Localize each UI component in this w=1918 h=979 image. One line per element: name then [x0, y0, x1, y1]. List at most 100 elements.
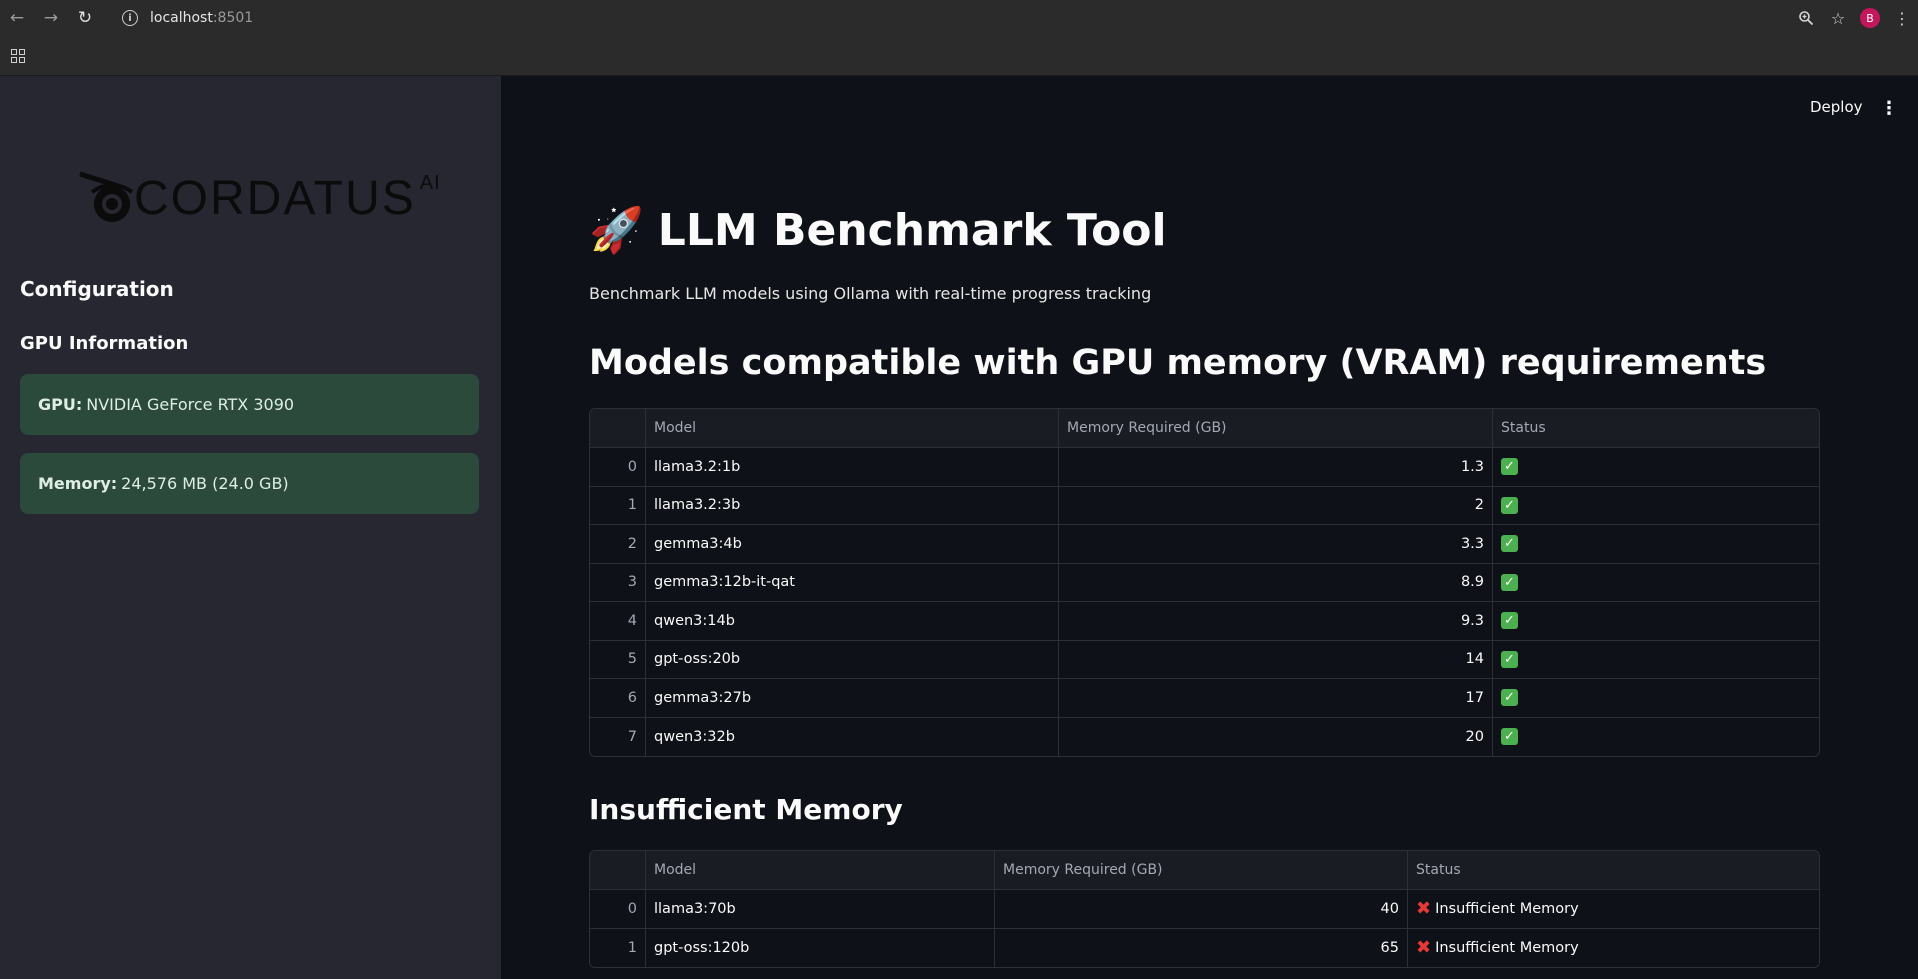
table-row[interactable]: 1 gpt-oss:120b 65 ✖ Insufficient Memory — [590, 928, 1819, 968]
profile-avatar[interactable]: B — [1860, 8, 1880, 28]
browser-menu-icon[interactable]: ⋮ — [1886, 9, 1918, 28]
main-menu-icon[interactable]: ⋮ — [1880, 98, 1898, 119]
model-cell[interactable]: llama3:70b — [646, 890, 995, 928]
apps-grid-icon[interactable] — [11, 49, 25, 63]
row-index: 1 — [590, 928, 646, 967]
bookmarks-bar — [0, 36, 1918, 76]
rocket-icon: 🚀 — [589, 205, 644, 256]
model-cell[interactable]: llama3.2:3b — [646, 486, 1059, 524]
table-row[interactable]: 2 gemma3:4b 3.3 ✓ — [590, 525, 1819, 564]
model-cell[interactable]: qwen3:32b — [646, 717, 1059, 756]
row-index: 0 — [590, 448, 646, 486]
status-cell[interactable]: ✓ — [1493, 679, 1819, 717]
status-cell[interactable]: ✓ — [1493, 525, 1819, 563]
table-row[interactable]: 7 qwen3:32b 20 ✓ — [590, 717, 1819, 757]
page-title: 🚀 LLM Benchmark Tool — [589, 204, 1167, 257]
model-column-header[interactable]: Model — [646, 851, 995, 889]
status-cell[interactable]: ✓ — [1493, 718, 1819, 757]
address-port: :8501 — [212, 10, 254, 26]
sidebar: CORDATUS AI Configuration GPU Informatio… — [0, 76, 501, 979]
memory-column-header[interactable]: Memory Required (GB) — [995, 851, 1408, 889]
index-header — [590, 409, 646, 447]
memory-cell[interactable]: 40 — [995, 890, 1408, 928]
cross-icon: ✖ — [1416, 937, 1432, 959]
address-bar[interactable]: i localhost:8501 — [122, 0, 253, 36]
memory-cell[interactable]: 8.9 — [1059, 563, 1493, 601]
model-cell[interactable]: gpt-oss:120b — [646, 928, 995, 967]
status-cell[interactable]: ✓ — [1493, 564, 1819, 602]
memory-column-header[interactable]: Memory Required (GB) — [1059, 409, 1493, 447]
status-cell[interactable]: ✓ — [1493, 602, 1819, 640]
model-cell[interactable]: gemma3:12b-it-qat — [646, 563, 1059, 601]
insufficient-heading: Insufficient Memory — [589, 793, 903, 826]
row-index: 2 — [590, 525, 646, 563]
gpu-label: GPU: — [38, 395, 83, 414]
forward-icon[interactable]: → — [34, 0, 68, 36]
status-cell[interactable]: ✓ — [1493, 487, 1819, 525]
site-info-icon[interactable]: i — [122, 10, 138, 26]
logo-eye-icon — [78, 170, 138, 226]
compatible-heading: Models compatible with GPU memory (VRAM)… — [589, 343, 1767, 383]
status-text: Insufficient Memory — [1435, 900, 1579, 917]
reload-icon[interactable]: ↻ — [68, 0, 102, 36]
row-index: 0 — [590, 890, 646, 928]
compatible-table[interactable]: Model Memory Required (GB) Status 0 llama… — [589, 408, 1820, 757]
row-index: 7 — [590, 717, 646, 756]
table-header-row: Model Memory Required (GB) Status — [590, 409, 1819, 448]
gpu-info-box: GPU: NVIDIA GeForce RTX 3090 — [20, 374, 479, 435]
row-index: 5 — [590, 640, 646, 678]
logo-ai-text: AI — [419, 172, 441, 194]
row-index: 1 — [590, 486, 646, 524]
configuration-heading: Configuration — [20, 277, 174, 301]
check-icon: ✓ — [1501, 612, 1518, 630]
model-cell[interactable]: gemma3:4b — [646, 525, 1059, 563]
table-row[interactable]: 1 llama3.2:3b 2 ✓ — [590, 486, 1819, 525]
model-cell[interactable]: gpt-oss:20b — [646, 640, 1059, 678]
check-icon: ✓ — [1501, 496, 1518, 514]
back-icon[interactable]: ← — [0, 0, 34, 36]
check-icon: ✓ — [1501, 458, 1518, 476]
status-cell[interactable]: ✖ Insufficient Memory — [1408, 890, 1819, 928]
logo-text: CORDATUS — [134, 171, 416, 225]
memory-cell[interactable]: 9.3 — [1059, 602, 1493, 640]
status-cell[interactable]: ✓ — [1493, 448, 1819, 486]
memory-cell[interactable]: 17 — [1059, 679, 1493, 717]
bookmark-star-icon[interactable]: ☆ — [1822, 9, 1854, 28]
row-index: 3 — [590, 563, 646, 601]
status-cell[interactable]: ✖ Insufficient Memory — [1408, 929, 1819, 968]
table-row[interactable]: 5 gpt-oss:20b 14 ✓ — [590, 640, 1819, 679]
row-index: 4 — [590, 602, 646, 640]
status-column-header[interactable]: Status — [1493, 409, 1819, 447]
check-icon: ✓ — [1501, 689, 1518, 707]
model-cell[interactable]: gemma3:27b — [646, 679, 1059, 717]
memory-cell[interactable]: 3.3 — [1059, 525, 1493, 563]
browser-toolbar: ← → ↻ i localhost:8501 ☆ B ⋮ — [0, 0, 1918, 36]
cordatus-logo: CORDATUS AI — [78, 170, 441, 226]
status-cell[interactable]: ✓ — [1493, 641, 1819, 679]
model-cell[interactable]: qwen3:14b — [646, 602, 1059, 640]
gpu-info-heading: GPU Information — [20, 333, 189, 354]
memory-cell[interactable]: 2 — [1059, 486, 1493, 524]
memory-cell[interactable]: 65 — [995, 928, 1408, 967]
insufficient-table[interactable]: Model Memory Required (GB) Status 0 llama… — [589, 850, 1820, 968]
row-index: 6 — [590, 679, 646, 717]
table-row[interactable]: 6 gemma3:27b 17 ✓ — [590, 679, 1819, 718]
memory-cell[interactable]: 20 — [1059, 717, 1493, 756]
check-icon: ✓ — [1501, 650, 1518, 668]
model-column-header[interactable]: Model — [646, 409, 1059, 447]
memory-cell[interactable]: 1.3 — [1059, 448, 1493, 486]
check-icon: ✓ — [1501, 573, 1518, 591]
table-row[interactable]: 4 qwen3:14b 9.3 ✓ — [590, 602, 1819, 641]
page-subtitle: Benchmark LLM models using Ollama with r… — [589, 284, 1152, 303]
status-column-header[interactable]: Status — [1408, 851, 1819, 889]
table-row[interactable]: 3 gemma3:12b-it-qat 8.9 ✓ — [590, 563, 1819, 602]
memory-cell[interactable]: 14 — [1059, 640, 1493, 678]
zoom-icon[interactable] — [1790, 10, 1822, 26]
index-header — [590, 851, 646, 889]
model-cell[interactable]: llama3.2:1b — [646, 448, 1059, 486]
check-icon: ✓ — [1501, 728, 1518, 746]
table-row[interactable]: 0 llama3:70b 40 ✖ Insufficient Memory — [590, 890, 1819, 929]
check-icon: ✓ — [1501, 535, 1518, 553]
table-row[interactable]: 0 llama3.2:1b 1.3 ✓ — [590, 448, 1819, 487]
deploy-button[interactable]: Deploy — [1810, 98, 1863, 116]
